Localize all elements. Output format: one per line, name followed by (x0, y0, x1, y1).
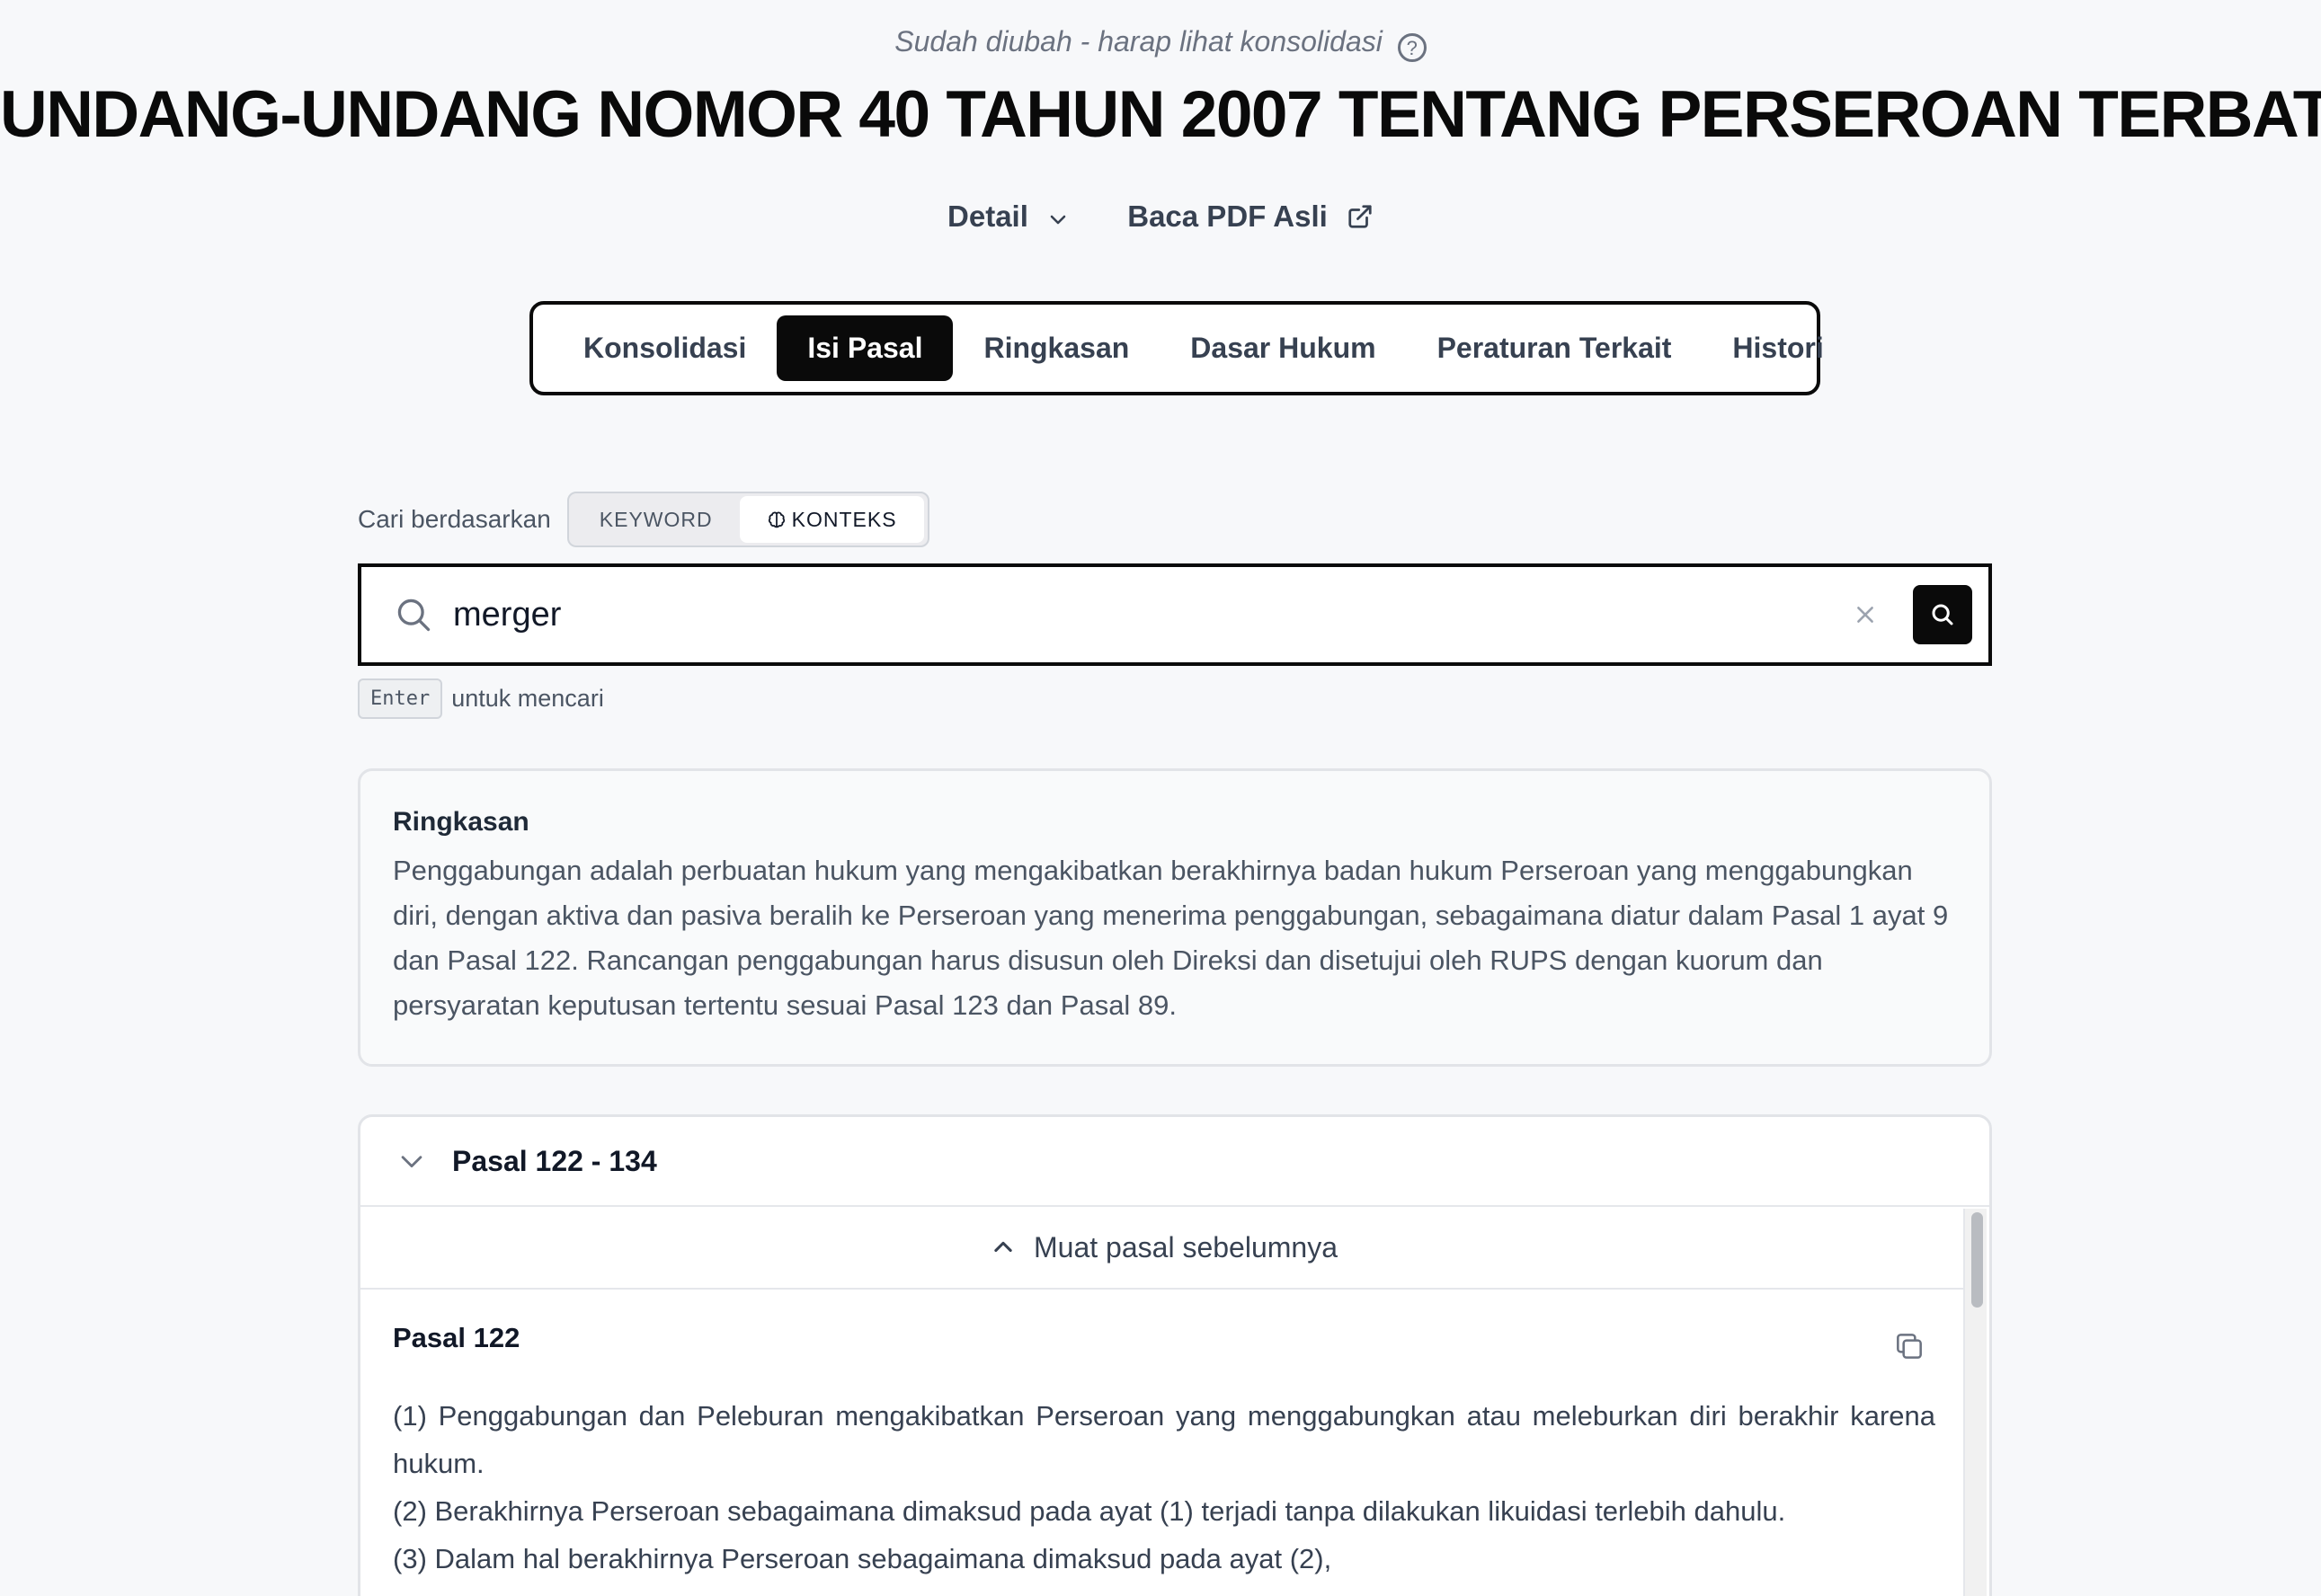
external-link-icon (1348, 205, 1372, 228)
pdf-label: Baca PDF Asli (1127, 200, 1328, 233)
article-paragraph: (1) Penggabungan dan Peleburan mengakiba… (393, 1400, 1935, 1479)
tab-peraturan-terkait[interactable]: Peraturan Terkait (1407, 315, 1703, 381)
tab-ringkasan[interactable]: Ringkasan (953, 315, 1160, 381)
summary-heading: Ringkasan (393, 807, 529, 837)
summary-card: Ringkasan Penggabungan adalah perbuatan … (358, 768, 1992, 1067)
search-mode-label: Cari berdasarkan (358, 505, 551, 533)
clear-icon[interactable] (1854, 603, 1877, 626)
search-icon (397, 598, 431, 632)
brain-icon (768, 511, 785, 528)
search-box (358, 563, 1992, 666)
scrollbar-thumb[interactable] (1971, 1212, 1983, 1308)
copy-icon[interactable] (1892, 1329, 1926, 1363)
detail-dropdown[interactable]: Detail (947, 200, 1069, 234)
search-icon (1932, 604, 1953, 625)
search-mode-toggle: KEYWORD KONTEKS (566, 492, 929, 547)
article-title: Pasal 122 (393, 1322, 520, 1353)
article: Pasal 122 (1) Penggabungan dan Peleburan… (360, 1290, 1968, 1583)
pasal-group-label: Pasal 122 - 134 (452, 1144, 657, 1177)
detail-label: Detail (947, 200, 1028, 233)
hint-text: untuk mencari (451, 685, 604, 712)
mode-keyword-button[interactable]: KEYWORD (573, 496, 740, 543)
help-icon[interactable]: ? (1397, 33, 1427, 62)
tab-dasar-hukum[interactable]: Dasar Hukum (1160, 315, 1406, 381)
pasal-group-card: Pasal 122 - 134 Muat pasal sebelumnya Pa… (358, 1114, 1992, 1596)
article-paragraph: (2) Berakhirnya Perseroan sebagaimana di… (393, 1495, 1786, 1527)
search-mode: Cari berdasarkan KEYWORD KONTEKS (358, 492, 929, 547)
tab-konsolidasi[interactable]: Konsolidasi (553, 315, 777, 381)
mode-context-button[interactable]: KONTEKS (739, 496, 924, 543)
mode-context-label: KONTEKS (791, 508, 897, 531)
article-body: (1) Penggabungan dan Peleburan mengakiba… (393, 1392, 1935, 1583)
chevron-down-icon (401, 1156, 422, 1168)
enter-key-badge: Enter (358, 678, 443, 719)
pdf-link[interactable]: Baca PDF Asli (1127, 200, 1374, 234)
page: Sudah diubah - harap lihat konsolidasi ?… (0, 0, 2321, 1596)
status-line: Sudah diubah - harap lihat konsolidasi ? (0, 25, 2321, 62)
scrollbar[interactable] (1963, 1209, 1987, 1596)
chevron-down-icon (1050, 215, 1066, 225)
page-title: UNDANG-UNDANG NOMOR 40 TAHUN 2007 TENTAN… (0, 78, 2321, 151)
load-previous-label: Muat pasal sebelumnya (1034, 1230, 1338, 1264)
pasal-group-toggle[interactable]: Pasal 122 - 134 (360, 1117, 1989, 1207)
chevron-up-icon (994, 1241, 1012, 1253)
search-input[interactable] (453, 595, 1854, 634)
tab-bar: Konsolidasi Isi Pasal Ringkasan Dasar Hu… (529, 301, 1824, 395)
article-paragraph: (3) Dalam hal berakhirnya Perseroan seba… (393, 1543, 1332, 1574)
status-text: Sudah diubah - harap lihat konsolidasi (894, 25, 1383, 58)
summary-text: Penggabungan adalah perbuatan hukum yang… (393, 855, 1949, 1021)
tab-isi-pasal[interactable]: Isi Pasal (777, 315, 954, 381)
tab-histori[interactable]: Histori (1702, 315, 1854, 381)
search-hint: Enter untuk mencari (358, 678, 604, 719)
load-previous-button[interactable]: Muat pasal sebelumnya (360, 1207, 1968, 1290)
sub-actions: Detail Baca PDF Asli (0, 200, 2321, 234)
search-submit-button[interactable] (1913, 585, 1972, 644)
